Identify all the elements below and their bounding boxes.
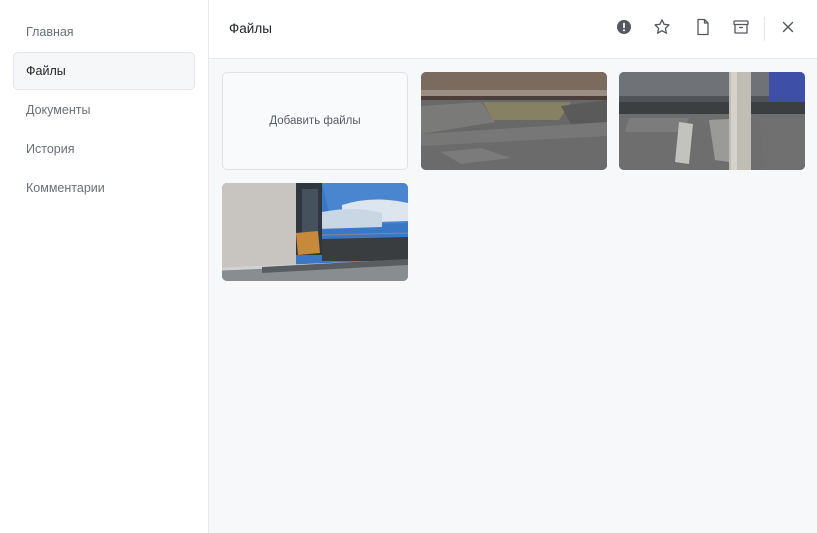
file-thumbnail-2[interactable]	[619, 72, 805, 170]
file-thumbnail-3[interactable]	[222, 183, 408, 281]
document-button[interactable]	[691, 17, 715, 41]
photo-building-roof-edge	[222, 183, 408, 281]
sidebar-item-label: Комментарии	[26, 181, 105, 195]
sidebar-item-files[interactable]: Файлы	[13, 52, 195, 90]
favorite-button[interactable]	[650, 17, 674, 41]
sidebar-item-home[interactable]: Главная	[13, 13, 195, 51]
sidebar: Главная Файлы Документы История Коммента…	[0, 0, 209, 533]
main-panel: Файлы Добавить файлы	[209, 0, 817, 533]
sidebar-item-comments[interactable]: Комментарии	[13, 169, 195, 207]
sidebar-item-history[interactable]: История	[13, 130, 195, 168]
close-icon	[781, 20, 795, 39]
header-divider	[764, 17, 765, 41]
sidebar-item-label: Файлы	[26, 64, 66, 78]
sidebar-item-label: История	[26, 142, 75, 156]
photo-roof-post	[619, 72, 805, 170]
panel-header: Файлы	[209, 0, 817, 59]
add-files-label: Добавить файлы	[269, 115, 361, 127]
sidebar-item-label: Главная	[26, 25, 74, 39]
close-button[interactable]	[776, 17, 800, 41]
file-thumbnail-1[interactable]	[421, 72, 607, 170]
file-icon	[695, 18, 711, 41]
alert-button[interactable]	[612, 17, 636, 41]
archive-button[interactable]	[729, 17, 753, 41]
sidebar-item-documents[interactable]: Документы	[13, 91, 195, 129]
add-files-button[interactable]: Добавить файлы	[222, 72, 408, 170]
page-title: Файлы	[229, 21, 272, 36]
archive-icon	[732, 18, 750, 41]
star-icon	[653, 18, 671, 41]
sidebar-item-label: Документы	[26, 103, 91, 117]
alert-icon	[616, 19, 632, 40]
photo-roof-gap	[421, 72, 607, 170]
